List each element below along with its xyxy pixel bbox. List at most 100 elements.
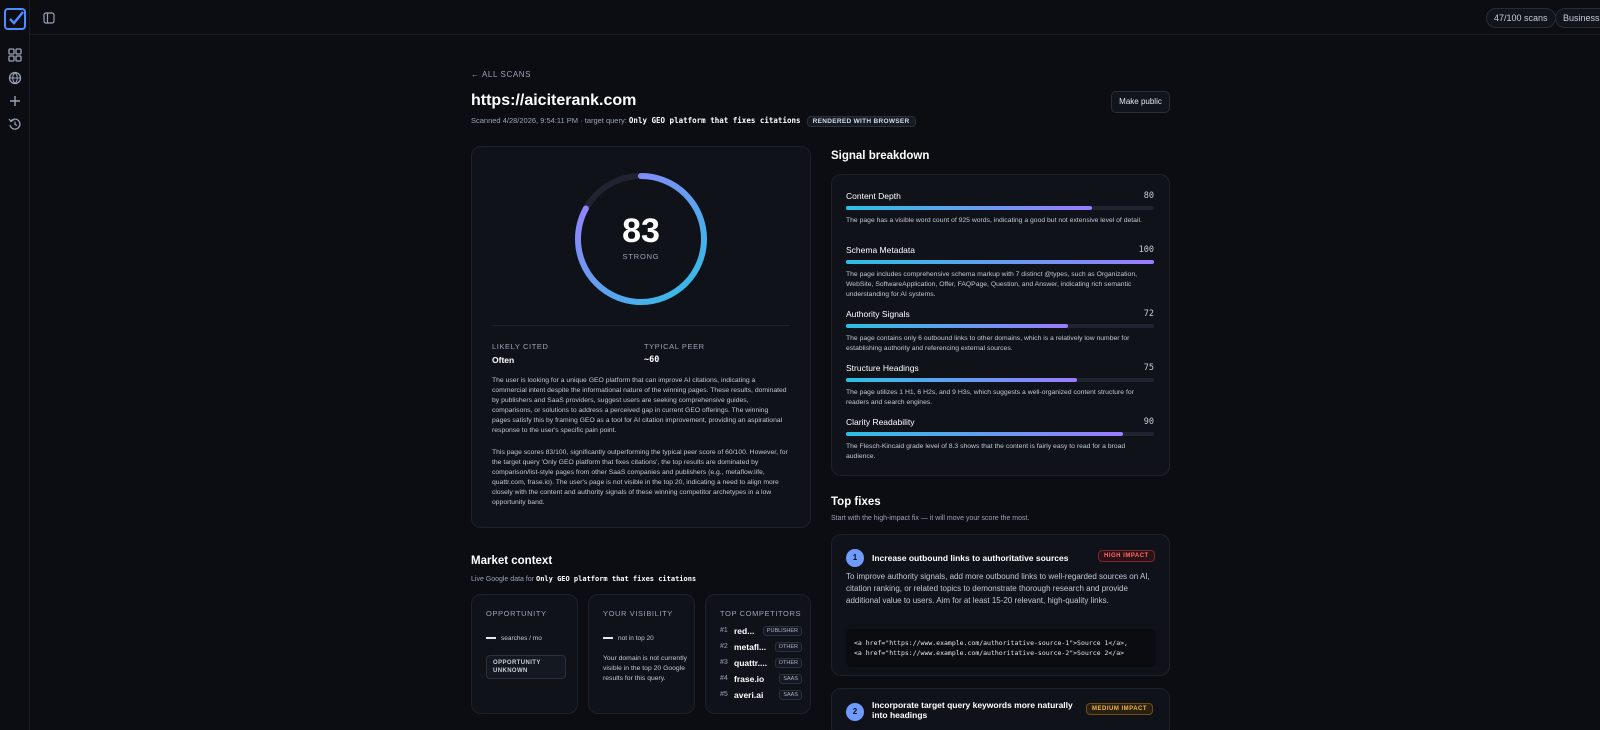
signal-bar	[846, 260, 1154, 264]
competitor-tag: OTHER	[774, 658, 802, 668]
competitor-name: red...	[734, 626, 755, 636]
competitor-tag: PUBLISHER	[762, 626, 802, 636]
signal-value: 75	[1143, 363, 1154, 373]
signal-name: Schema Metadata	[846, 245, 915, 255]
competitor-name: averi.ai	[734, 690, 764, 700]
scan-timestamp: Scanned 4/28/2026, 9:54:11 PM	[471, 116, 579, 125]
market-sub-query: Only GEO platform that fixes citations	[536, 575, 697, 583]
signal-bar-fill	[846, 260, 1154, 264]
signal-value: 90	[1143, 417, 1154, 427]
fix-number: 2	[846, 703, 864, 721]
competitor-tag: OTHER	[774, 642, 802, 652]
fix-title-line: Incorporate target query keywords more n…	[872, 700, 1073, 710]
competitors-card: TOP COMPETITORS #1 red... PUBLISHER #2 m…	[705, 594, 811, 714]
signal-description: The page includes comprehensive schema m…	[846, 271, 1138, 298]
typical-peer-value: ~60	[644, 355, 660, 365]
make-public-button[interactable]: Make public	[1111, 91, 1170, 113]
searches-label: searches / mo	[501, 635, 542, 642]
analysis-paragraph-1: The user is looking for a unique GEO pla…	[492, 377, 787, 434]
signal-bar	[846, 378, 1154, 382]
all-scans-link[interactable]: ← ALL SCANS	[471, 70, 531, 79]
visibility-rank: not in top 20	[618, 635, 654, 642]
score-label: STRONG	[622, 252, 660, 261]
fix-title-line: into headings	[872, 710, 928, 720]
competitor-row[interactable]: #1 red... PUBLISHER	[720, 625, 802, 639]
signal-description: The page has a visible word count of 925…	[846, 217, 1142, 224]
signal-bar	[846, 324, 1154, 328]
history-icon[interactable]	[8, 117, 22, 131]
dash-icon	[486, 637, 496, 640]
sidebar-toggle-icon[interactable]	[43, 11, 55, 24]
signal-value: 80	[1143, 191, 1154, 201]
plus-icon[interactable]	[8, 94, 22, 108]
medium-impact-badge: MEDIUM IMPACT	[1086, 703, 1154, 715]
competitor-name: quattr....	[734, 658, 768, 668]
signal-description: The Flesch-Kincaid grade level of 8.3 sh…	[846, 443, 1126, 460]
competitor-name: metafl...	[734, 642, 767, 652]
typical-peer-label: TYPICAL PEER	[644, 342, 705, 351]
fix-description: To improve authority signals, add more o…	[846, 572, 1150, 605]
scan-meta: Scanned 4/28/2026, 9:54:11 PM · target q…	[471, 116, 916, 127]
competitor-name: frase.io	[734, 674, 765, 684]
signal-breakdown-title: Signal breakdown	[831, 150, 930, 162]
visibility-heading: YOUR VISIBILITY	[603, 609, 673, 618]
score-card: 83 STRONG LIKELY CITED Often TYPICAL PEE…	[471, 146, 811, 528]
signal-bar	[846, 432, 1154, 436]
signal-name: Clarity Readability	[846, 417, 915, 427]
competitor-row[interactable]: #5 averi.ai SAAS	[720, 689, 802, 703]
competitor-tag: SAAS	[779, 674, 802, 684]
opportunity-unknown-badge: OPPORTUNITY UNKNOWN	[486, 655, 566, 679]
signal-bar-fill	[846, 324, 1068, 328]
competitor-rank: #4	[720, 675, 728, 682]
page-title: https://aiciterank.com	[471, 92, 637, 109]
visibility-card: YOUR VISIBILITY not in top 20 Your domai…	[588, 594, 695, 714]
top-fixes-sub: Start with the high-impact fix — it will…	[831, 515, 1030, 522]
signal-value: 100	[1138, 245, 1154, 255]
opportunity-card: OPPORTUNITY searches / mo OPPORTUNITY UN…	[471, 594, 578, 714]
signal-card: Content Depth 80 The page has a visible …	[831, 174, 1170, 476]
analysis-paragraph-2: This page scores 83/100, significantly o…	[492, 449, 788, 506]
fix-title: Increase outbound links to authoritative…	[872, 553, 1069, 563]
globe-icon[interactable]	[8, 71, 22, 85]
target-query: Only GEO platform that fixes citations	[628, 116, 801, 125]
signal-name: Content Depth	[846, 191, 901, 201]
fix-card-2[interactable]: 2 Incorporate target query keywords more…	[831, 688, 1170, 730]
signal-bar-fill	[846, 432, 1124, 436]
signal-description: The page utilizes 1 H1, 6 H2s, and 9 H3s…	[846, 389, 1134, 406]
signal-name: Structure Headings	[846, 363, 919, 373]
signal-bar-fill	[846, 378, 1077, 382]
opportunity-heading: OPPORTUNITY	[486, 609, 547, 618]
fix-title: Incorporate target query keywords more n…	[872, 700, 1073, 720]
dashboard-icon[interactable]	[8, 48, 22, 62]
market-sub-prefix: Live Google data for	[471, 576, 535, 583]
competitors-heading: TOP COMPETITORS	[720, 609, 802, 618]
competitor-tag: SAAS	[779, 690, 802, 700]
query-prefix: · target query:	[580, 116, 627, 125]
dash-icon	[603, 637, 613, 640]
market-context-sub: Live Google data for Only GEO platform t…	[471, 575, 696, 583]
score-gauge: 83 STRONG	[571, 169, 711, 309]
render-badge: RENDERED WITH BROWSER	[806, 116, 916, 127]
competitor-row[interactable]: #2 metafl... OTHER	[720, 641, 802, 655]
competitor-row[interactable]: #3 quattr.... OTHER	[720, 657, 802, 671]
visibility-line: not in top 20	[603, 635, 654, 642]
competitor-rank: #1	[720, 627, 728, 634]
likely-cited-label: LIKELY CITED	[492, 342, 549, 351]
opportunity-searches: searches / mo	[486, 635, 542, 642]
competitor-rank: #2	[720, 643, 728, 650]
competitor-row[interactable]: #4 frase.io SAAS	[720, 673, 802, 687]
signal-bar-fill	[846, 206, 1093, 210]
fix-card-1[interactable]: 1 Increase outbound links to authoritati…	[831, 534, 1170, 676]
app-logo-icon[interactable]	[4, 8, 26, 30]
plan-badge[interactable]: Business	[1555, 8, 1600, 28]
market-context-title: Market context	[471, 555, 553, 567]
left-rail	[0, 0, 30, 730]
top-fixes-title: Top fixes	[831, 496, 881, 508]
score-value: 83	[622, 212, 660, 250]
likely-cited-value: Often	[492, 355, 515, 365]
scan-quota-badge[interactable]: 47/100 scans	[1486, 8, 1556, 28]
signal-bar	[846, 206, 1154, 210]
fix-code-snippet[interactable]: <a href="https://www.example.com/authori…	[846, 629, 1156, 667]
code-line: <a href="https://www.example.com/authori…	[854, 649, 1125, 657]
signal-description: The page contains only 6 outbound links …	[846, 335, 1130, 352]
